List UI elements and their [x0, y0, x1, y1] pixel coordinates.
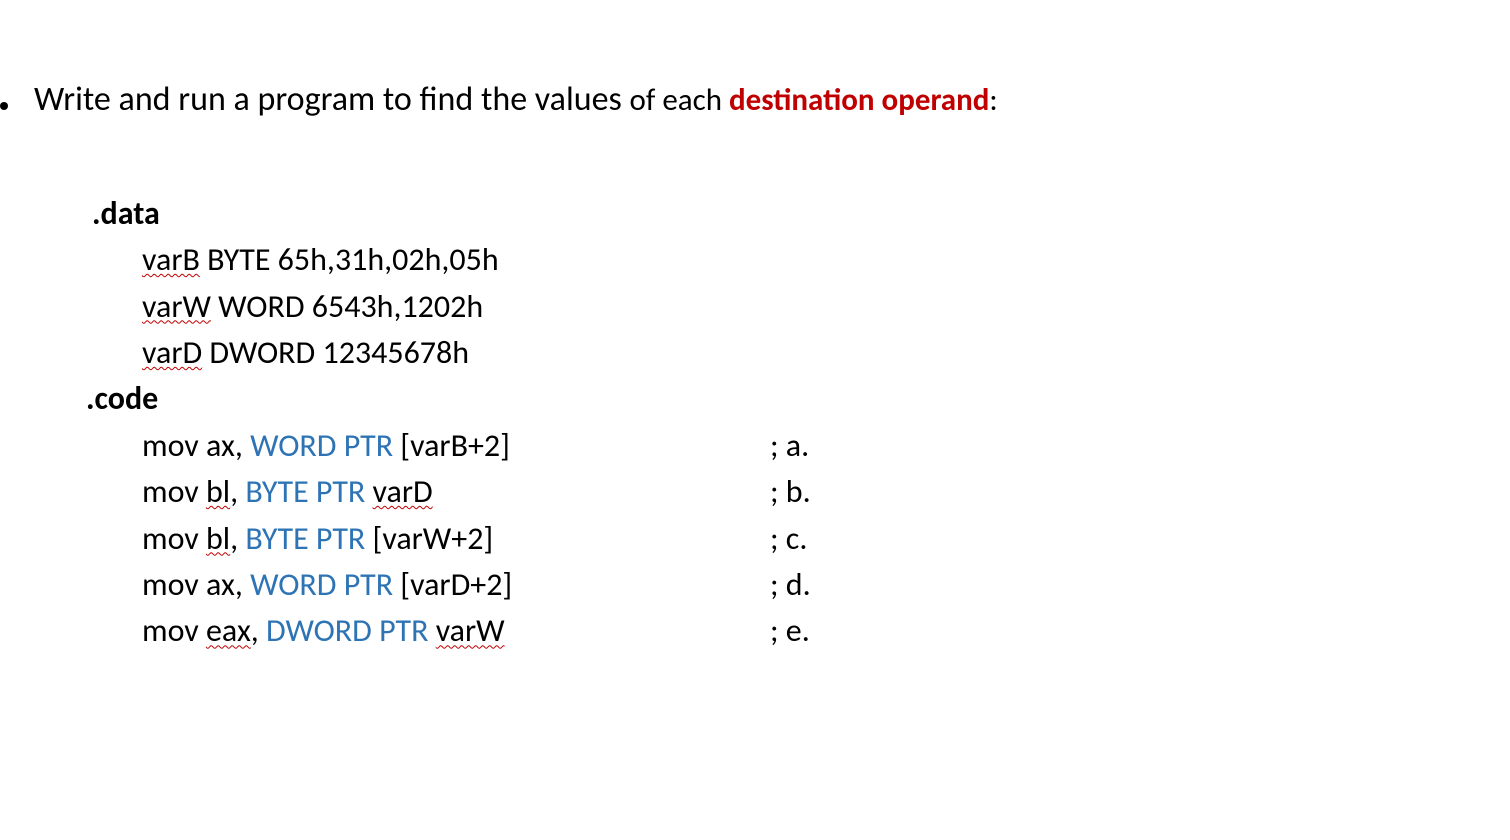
- instr-row-c: mov bl, BYTE PTR [varW+2] ; c.: [142, 516, 1510, 562]
- decl-varB-name: varB: [142, 240, 200, 279]
- bullet-of-each: of each: [630, 81, 730, 119]
- instr-row-a: mov ax, WORD PTR [varB+2] ; a.: [142, 423, 1510, 469]
- code-block: .data varB BYTE 65h,31h,02h,05h varW WOR…: [86, 191, 1510, 655]
- instr-squig: varW: [436, 611, 505, 650]
- instr-mid: [428, 611, 435, 650]
- instr-pre2: ,: [230, 519, 245, 558]
- bullet-highlight: destination operand: [729, 81, 989, 119]
- instr-d: mov ax, WORD PTR [varD+2]: [142, 562, 770, 608]
- instr-comment-c: ; c.: [770, 516, 807, 562]
- instr-pre: mov: [142, 472, 206, 511]
- decl-varB-rest: BYTE 65h,31h,02h,05h: [200, 240, 499, 279]
- instr-kw: WORD PTR: [250, 426, 393, 465]
- instr-a: mov ax, WORD PTR [varB+2]: [142, 423, 770, 469]
- instr-kw: DWORD PTR: [266, 611, 428, 650]
- bullet-dot-icon: [0, 102, 8, 110]
- bullet-line: Write and run a program to find the valu…: [0, 80, 1510, 121]
- decl-varW-rest: WORD 6543h,1202h: [211, 287, 483, 326]
- instr-e: mov eax, DWORD PTR varW: [142, 608, 770, 654]
- instr-kw: BYTE PTR: [245, 519, 365, 558]
- instr-comment-d: ; d.: [770, 562, 811, 608]
- instr-presq: bl: [206, 472, 230, 511]
- instr-row-e: mov eax, DWORD PTR varW ; e.: [142, 608, 1510, 654]
- instr-mid: [varD+2]: [393, 565, 512, 604]
- decl-varW-name: varW: [142, 287, 211, 326]
- instr-pre: mov ax,: [142, 426, 250, 465]
- instr-row-d: mov ax, WORD PTR [varD+2] ; d.: [142, 562, 1510, 608]
- instr-pre: mov: [142, 611, 206, 650]
- code-section-label: .code: [86, 376, 1510, 422]
- instr-b: mov bl, BYTE PTR varD: [142, 469, 770, 515]
- decl-varD-rest: DWORD 12345678h: [202, 333, 469, 372]
- instr-c: mov bl, BYTE PTR [varW+2]: [142, 516, 770, 562]
- instr-pre: mov: [142, 519, 206, 558]
- decl-varW: varW WORD 6543h,1202h: [142, 284, 1510, 330]
- instr-presq: eax: [206, 611, 251, 650]
- instr-squig: varD: [373, 472, 433, 511]
- instr-pre: mov ax,: [142, 565, 250, 604]
- instr-comment-a: ; a.: [770, 423, 809, 469]
- instr-pre2: ,: [251, 611, 266, 650]
- instr-row-b: mov bl, BYTE PTR varD ; b.: [142, 469, 1510, 515]
- instr-comment-e: ; e.: [770, 608, 810, 654]
- instr-mid: [365, 472, 372, 511]
- page: Write and run a program to find the valu…: [0, 0, 1510, 655]
- instr-comment-b: ; b.: [770, 469, 811, 515]
- instr-pre2: ,: [230, 472, 245, 511]
- instr-presq: bl: [206, 519, 230, 558]
- data-section-label: .data: [92, 191, 1510, 237]
- bullet-colon: :: [989, 81, 997, 119]
- decl-varD-name: varD: [142, 333, 202, 372]
- instr-kw: BYTE PTR: [245, 472, 365, 511]
- decl-varB: varB BYTE 65h,31h,02h,05h: [142, 237, 1510, 283]
- bullet-prefix: Write and run a program to find the valu…: [34, 79, 630, 120]
- instr-kw: WORD PTR: [250, 565, 393, 604]
- decl-varD: varD DWORD 12345678h: [142, 330, 1510, 376]
- instr-mid: [varB+2]: [393, 426, 510, 465]
- instr-mid: [varW+2]: [365, 519, 493, 558]
- bullet-text: Write and run a program to find the valu…: [34, 80, 998, 121]
